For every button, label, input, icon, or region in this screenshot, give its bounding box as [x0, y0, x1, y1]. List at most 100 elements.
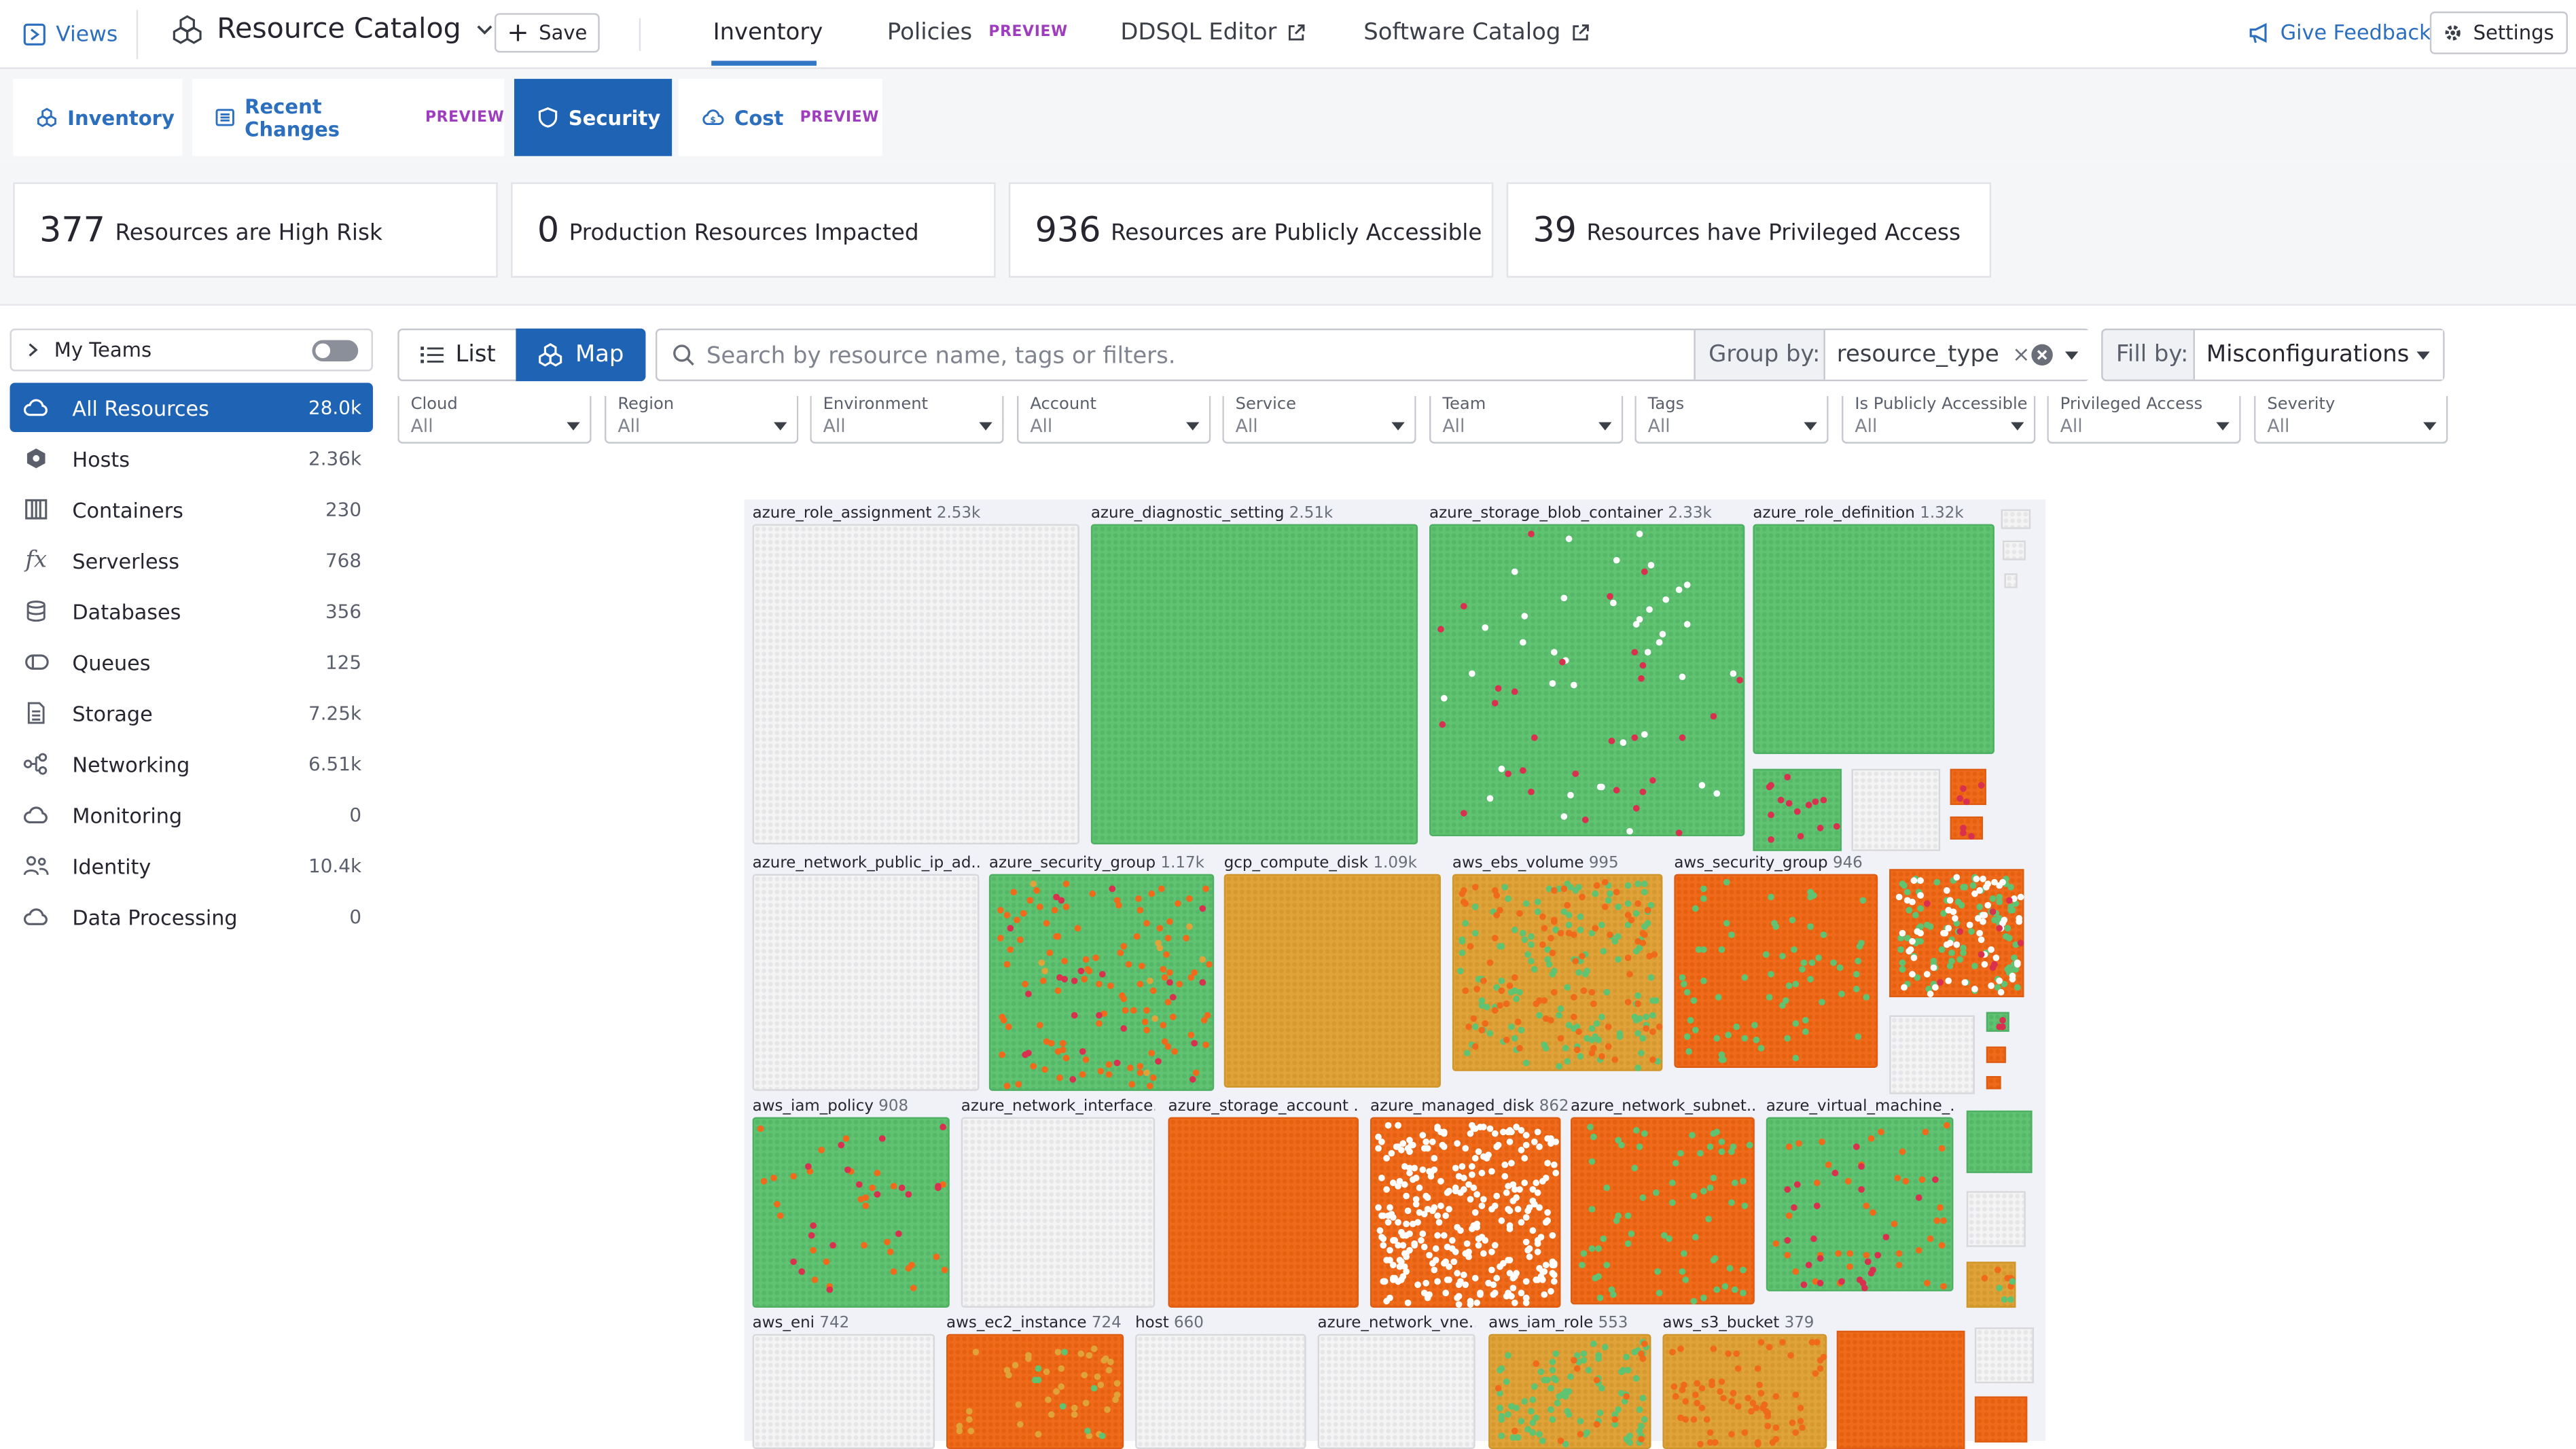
map-group[interactable]: azure_diagnostic_setting 2.51k: [1090, 504, 1418, 845]
sidebar-item-storage[interactable]: Storage 7.25k: [10, 688, 373, 738]
map-small-group[interactable]: [1966, 1262, 2016, 1308]
nav-inventory[interactable]: Inventory: [713, 20, 823, 46]
map-hex: [1862, 1202, 1870, 1210]
map-small-group[interactable]: [2004, 573, 2018, 588]
search-input[interactable]: [703, 338, 1679, 375]
give-feedback-button[interactable]: Give Feedback: [2247, 20, 2431, 44]
map-hex: [1437, 1202, 1444, 1209]
map-hex: [1938, 1242, 1946, 1249]
map-group[interactable]: aws_iam_policy 908: [752, 1097, 950, 1308]
map-group[interactable]: azure_storage_account ...: [1168, 1097, 1359, 1308]
stat-privileged-access[interactable]: 39 Resources have Privileged Access: [1506, 182, 1992, 278]
map-small-group[interactable]: [1966, 1191, 2026, 1247]
map-small-group[interactable]: [1889, 869, 2024, 997]
map-small-group[interactable]: [1889, 1015, 1975, 1094]
map-group[interactable]: aws_ec2_instance 724: [946, 1314, 1124, 1449]
map-hex: [1482, 624, 1489, 632]
map-small-group[interactable]: [1753, 768, 1842, 851]
map-group[interactable]: aws_ebs_volume 995: [1452, 855, 1663, 1071]
tab-cost[interactable]: $ Cost PREVIEW: [678, 79, 882, 156]
filter-tags[interactable]: Tags All: [1634, 395, 1829, 444]
nav-policies[interactable]: Policies PREVIEW: [887, 20, 1068, 46]
sidebar-item-label: Databases: [72, 598, 181, 624]
tab-inventory[interactable]: Inventory: [13, 79, 183, 156]
map-group[interactable]: aws_iam_role 553: [1488, 1314, 1651, 1449]
filter-severity[interactable]: Severity All: [2254, 395, 2448, 444]
map-small-group[interactable]: [2001, 509, 2031, 529]
map-small-group[interactable]: [1986, 1046, 2006, 1063]
map-hex: [1732, 1286, 1739, 1293]
map-group[interactable]: aws_eni 742: [752, 1314, 935, 1449]
map-small-group[interactable]: [1836, 1330, 1965, 1449]
map-group[interactable]: aws_s3_bucket 379: [1662, 1314, 1827, 1449]
map-group[interactable]: azure_network_interface...: [961, 1097, 1156, 1308]
tab-cost-label: Cost: [734, 105, 784, 129]
group-by-select[interactable]: resource_type ×: [1823, 330, 2092, 380]
map-small-group[interactable]: [1950, 768, 1986, 806]
map-hex: [1037, 959, 1045, 967]
map-small-group[interactable]: [1851, 768, 1941, 851]
my-teams-switch[interactable]: [312, 340, 359, 362]
settings-button[interactable]: Settings: [2429, 11, 2568, 54]
filter-privileged-access[interactable]: Privileged Access All: [2047, 395, 2241, 444]
map-group[interactable]: azure_network_vne...: [1317, 1314, 1475, 1449]
filter-region[interactable]: Region All: [604, 395, 799, 444]
views-button[interactable]: Views: [23, 18, 118, 51]
map-group[interactable]: azure_network_public_ip_ad...: [752, 855, 980, 1091]
filter-team[interactable]: Team All: [1429, 395, 1624, 444]
map-small-group[interactable]: [1974, 1396, 2028, 1443]
map-hex: [1968, 928, 1975, 935]
map-hex: [1522, 901, 1530, 908]
map-group[interactable]: host 660: [1135, 1314, 1306, 1449]
nav-ddsql-editor[interactable]: DDSQL Editor: [1120, 20, 1306, 46]
filter-environment[interactable]: Environment All: [810, 395, 1004, 444]
clear-icon[interactable]: [2031, 343, 2054, 366]
map-hex: [1509, 1275, 1516, 1282]
stat-high-risk[interactable]: 377 Resources are High Risk: [13, 182, 498, 278]
filter-account[interactable]: Account All: [1016, 395, 1211, 444]
map-group[interactable]: azure_managed_disk 862: [1370, 1097, 1569, 1308]
save-button[interactable]: + Save: [494, 13, 600, 53]
map-group[interactable]: azure_network_subnet...: [1570, 1097, 1755, 1305]
map-small-group[interactable]: [1986, 1012, 2009, 1032]
sidebar-item-monitoring[interactable]: Monitoring 0: [10, 790, 373, 840]
map-small-group[interactable]: [1950, 816, 1984, 840]
sidebar-item-queues[interactable]: Queues 125: [10, 637, 373, 687]
map-group[interactable]: azure_security_group 1.17k: [988, 855, 1215, 1091]
map-group[interactable]: azure_storage_blob_container 2.33k: [1429, 504, 1745, 836]
sidebar-item-serverless[interactable]: fx Serverless 768: [10, 535, 373, 585]
filter-cloud[interactable]: Cloud All: [397, 395, 592, 444]
tab-security[interactable]: Security: [514, 79, 673, 156]
map-group[interactable]: gcp_compute_disk 1.09k: [1223, 855, 1441, 1088]
sidebar-item-networking[interactable]: Networking 6.51k: [10, 739, 373, 789]
fill-by-select[interactable]: Misconfigurations: [2193, 330, 2444, 380]
filter-service[interactable]: Service All: [1222, 395, 1416, 444]
app-title-dropdown[interactable]: Resource Catalog: [171, 13, 495, 46]
stat-production-impacted[interactable]: 0 Production Resources Impacted: [511, 182, 996, 278]
sidebar-item-identity[interactable]: Identity 10.4k: [10, 841, 373, 891]
map-group[interactable]: azure_role_assignment 2.53k: [752, 504, 1079, 845]
sidebar-item-hosts[interactable]: Hosts 2.36k: [10, 433, 373, 483]
map-group[interactable]: aws_security_group 946: [1674, 855, 1878, 1068]
map-view-button[interactable]: Map: [516, 328, 646, 382]
tab-recent-changes[interactable]: Recent Changes PREVIEW: [192, 79, 505, 156]
sidebar-item-containers[interactable]: Containers 230: [10, 484, 373, 534]
map-small-group[interactable]: [1986, 1076, 2001, 1090]
sidebar-item-data-processing[interactable]: Data Processing 0: [10, 892, 373, 942]
map-small-group[interactable]: [2003, 540, 2026, 560]
sidebar-item-all-resources[interactable]: All Resources 28.0k: [10, 382, 373, 433]
map-hex: [2005, 924, 2011, 931]
resource-map: azure_role_assignment 2.53k azure_diagno…: [744, 499, 2045, 1449]
map-hex: [1640, 1340, 1647, 1348]
map-group[interactable]: azure_virtual_machine_...: [1766, 1097, 1954, 1291]
nav-software-catalog[interactable]: Software Catalog: [1363, 20, 1590, 46]
sidebar-item-databases[interactable]: Databases 356: [10, 586, 373, 636]
list-view-button[interactable]: List: [399, 330, 518, 380]
filter-is-publicly-accessible[interactable]: Is Publicly Accessible All: [1842, 395, 2036, 444]
stat-publicly-accessible[interactable]: 936 Resources are Publicly Accessible: [1008, 182, 1494, 278]
remove-chip-icon[interactable]: ×: [2012, 342, 2030, 367]
map-small-group[interactable]: [1974, 1327, 2034, 1384]
map-small-group[interactable]: [1966, 1110, 2033, 1173]
my-teams-toggle-row[interactable]: My Teams: [10, 328, 373, 372]
map-group[interactable]: azure_role_definition 1.32k: [1753, 504, 1994, 755]
